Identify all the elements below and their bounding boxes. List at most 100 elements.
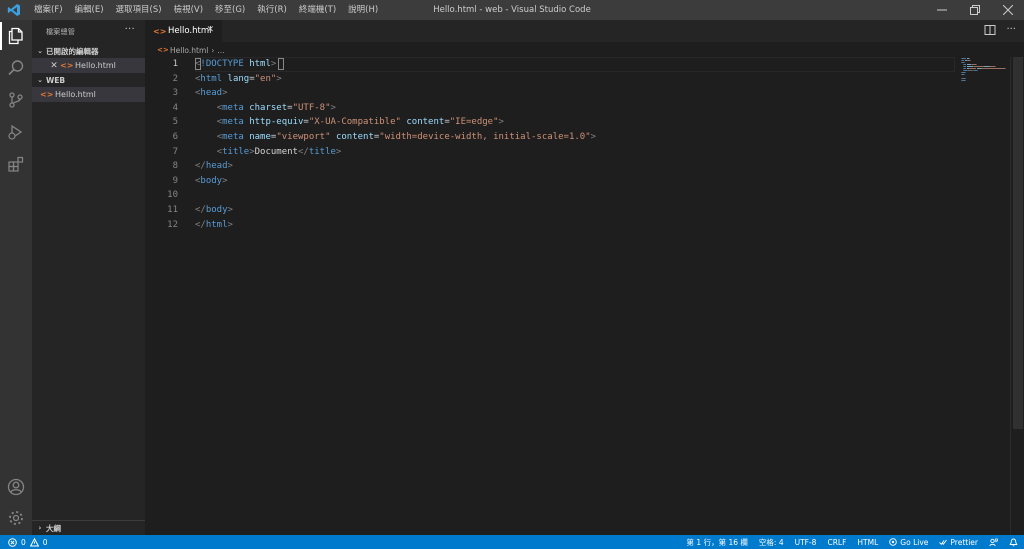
vertical-scrollbar[interactable] (1010, 57, 1024, 535)
chevron-down-icon: ⌄ (37, 47, 43, 55)
indentation-setting[interactable]: 空格: 4 (759, 537, 784, 548)
restore-button[interactable] (958, 0, 991, 20)
language-mode[interactable]: HTML (857, 538, 878, 547)
minimize-icon (936, 9, 947, 11)
menu-terminal[interactable]: 終端機(T) (293, 0, 342, 20)
open-editor-filename: Hello.html (75, 61, 116, 70)
status-bar-right: 第 1 行，第 16 欄 空格: 4 UTF-8 CRLF HTML Go Li… (687, 535, 1018, 549)
code-token: charset (249, 102, 288, 113)
minimize-button[interactable] (925, 0, 958, 20)
breadcrumb: <> Hello.html › ... (157, 43, 225, 57)
code-line[interactable]: 2 <html lang="en"> (145, 72, 955, 87)
more-actions-icon[interactable]: ··· (1006, 24, 1016, 36)
problems-indicator[interactable]: 0 0 (0, 537, 48, 547)
open-editors-section[interactable]: ⌄ 已開啟的編輯器 (32, 44, 145, 58)
code-line[interactable]: 8 </head> (145, 159, 955, 174)
search-button[interactable] (0, 52, 32, 84)
code-token: !DOCTYPE (200, 59, 244, 69)
outline-section[interactable]: › 大綱 (32, 520, 145, 535)
code-token: > (498, 117, 504, 128)
split-editor-icon[interactable] (984, 24, 996, 36)
line-number: 11 (167, 204, 178, 215)
minimap-stroke (964, 72, 966, 73)
minimap-stroke (976, 70, 978, 71)
double-check-icon (939, 539, 948, 545)
menu-bar: 檔案(F) 編輯(E) 選取項目(S) 檢視(V) 移至(G) 執行(R) 終端… (28, 0, 384, 20)
line-number: 9 (172, 175, 178, 186)
source-control-icon (9, 92, 23, 108)
tab-hello-html[interactable]: <> Hello.html ✕ (145, 20, 222, 42)
menu-file[interactable]: 檔案(F) (28, 0, 69, 20)
minimap[interactable] (955, 57, 1010, 97)
restore-icon (969, 5, 980, 15)
status-bar: 0 0 第 1 行，第 16 欄 空格: 4 UTF-8 CRLF HTML G… (0, 535, 1024, 549)
notifications-button[interactable] (1009, 538, 1018, 547)
bracket-match-highlight (195, 58, 201, 70)
accounts-button[interactable] (0, 471, 32, 503)
code-line[interactable]: 5 <meta http-equiv="X-UA-Compatible" con… (145, 115, 955, 130)
workspace-label: WEB (46, 75, 66, 85)
editor-area: <> Hello.html ✕ ··· <> Hello.html › ... … (145, 20, 1024, 535)
code-line[interactable]: 1 <!DOCTYPE html> (145, 57, 955, 72)
error-icon (8, 537, 17, 547)
code-line[interactable]: 11 </body> (145, 203, 955, 218)
code-token: > (270, 59, 277, 69)
manage-button[interactable] (0, 502, 32, 534)
go-live-button[interactable]: Go Live (889, 538, 928, 547)
run-debug-button[interactable] (0, 116, 32, 148)
code-editor[interactable]: 1 <!DOCTYPE html> 2 <html lang="en"> 3 <head>… (145, 57, 955, 232)
workspace-file-item[interactable]: <> Hello.html (32, 87, 145, 102)
account-icon (7, 478, 25, 496)
close-tab-icon[interactable]: ✕ (206, 25, 214, 35)
code-token: > (335, 146, 342, 157)
scrollbar-thumb[interactable] (1013, 57, 1023, 429)
code-line[interactable]: 6 <meta name="viewport" content="width=d… (145, 130, 955, 145)
menu-selection[interactable]: 選取項目(S) (110, 0, 168, 20)
extensions-button[interactable] (0, 148, 32, 180)
menu-go[interactable]: 移至(G) (209, 0, 251, 20)
close-editor-icon[interactable]: ✕ (48, 61, 60, 71)
code-token: "UTF-8" (292, 102, 331, 113)
code-text: </body> (195, 203, 233, 218)
window-controls (925, 0, 1024, 20)
cursor-position[interactable]: 第 1 行，第 16 欄 (687, 537, 748, 548)
code-text: </html> (195, 218, 233, 233)
source-control-button[interactable] (0, 84, 32, 116)
minimap-stroke (976, 64, 977, 65)
code-token: "viewport" (276, 131, 331, 142)
code-line[interactable]: 12 </html> (145, 218, 955, 233)
close-window-button[interactable] (991, 0, 1024, 20)
code-line[interactable]: 7 <title>Document</title> (145, 145, 955, 160)
code-line[interactable]: 4 <meta charset="UTF-8"> (145, 101, 955, 116)
menu-view[interactable]: 檢視(V) (168, 0, 209, 20)
prettier-status[interactable]: Prettier (939, 538, 978, 547)
feedback-button[interactable] (989, 538, 998, 547)
workspace-section[interactable]: ⌄ WEB (32, 73, 145, 87)
code-token: body (205, 204, 228, 215)
breadcrumb-file[interactable]: Hello.html (167, 46, 208, 55)
menu-help[interactable]: 說明(H) (342, 0, 384, 20)
tab-bar: <> Hello.html ✕ ··· (145, 20, 1024, 42)
menu-run[interactable]: 執行(R) (251, 0, 293, 20)
menu-edit[interactable]: 編輯(E) (69, 0, 110, 20)
code-token: head (205, 161, 228, 172)
chevron-right-icon: › (38, 524, 42, 532)
end-of-line-sequence[interactable]: CRLF (827, 538, 846, 547)
tab-label: Hello.html (168, 26, 212, 36)
code-line[interactable]: 10 (145, 188, 955, 203)
open-editor-item[interactable]: ✕ <> Hello.html (32, 58, 145, 73)
code-line[interactable]: 3 <head> (145, 86, 955, 101)
code-line[interactable]: 9 <body> (145, 174, 955, 189)
file-encoding[interactable]: UTF-8 (795, 538, 817, 547)
vscode-logo-icon (0, 0, 28, 20)
code-token: meta (222, 102, 244, 113)
chevron-down-icon: ⌄ (37, 76, 43, 84)
code-text: <!DOCTYPE html> (195, 57, 276, 72)
code-token: body (200, 175, 223, 186)
breadcrumb-more[interactable]: ... (217, 46, 224, 55)
more-actions-icon[interactable]: ··· (125, 24, 135, 35)
minimap-stroke (964, 74, 965, 75)
title-bar: 檔案(F) 編輯(E) 選取項目(S) 檢視(V) 移至(G) 執行(R) 終端… (0, 0, 1024, 20)
code-token: http-equiv (249, 117, 304, 128)
explorer-button[interactable] (0, 20, 32, 52)
